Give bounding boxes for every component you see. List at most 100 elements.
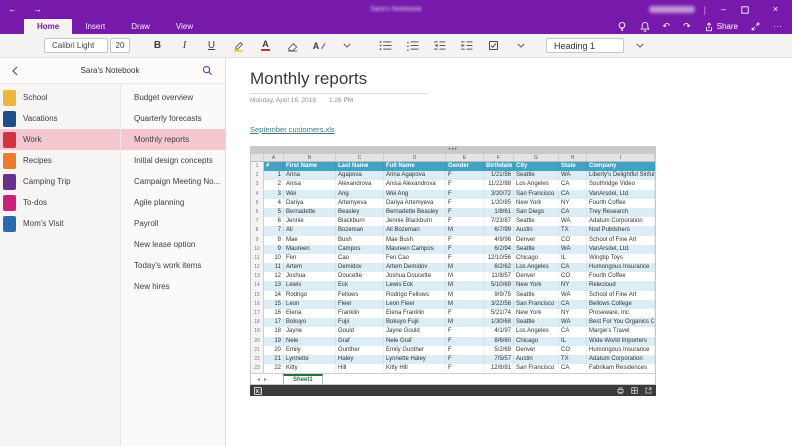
- sidebar-page-today-s-work-items[interactable]: Today's work items: [121, 255, 225, 276]
- cell: Bokuyo Fujii: [384, 318, 446, 328]
- sidebar-section-recipes[interactable]: Recipes: [0, 150, 120, 171]
- section-color-tab: [3, 152, 16, 169]
- minimize-button[interactable]: –: [715, 0, 732, 19]
- sidebar-page-new-hires[interactable]: New hires: [121, 276, 225, 297]
- section-color-tab: [3, 131, 16, 148]
- bold-button[interactable]: B: [146, 36, 169, 56]
- grid-view-icon[interactable]: [631, 387, 638, 395]
- sheet-nav-prev-icon[interactable]: ◂: [257, 376, 260, 383]
- sidebar-page-agile-planning[interactable]: Agile planning: [121, 192, 225, 213]
- header-cell: Gender: [446, 162, 484, 172]
- sidebar-page-initial-design-concepts[interactable]: Initial design concepts: [121, 150, 225, 171]
- cell: WA: [559, 244, 587, 254]
- attachment-link[interactable]: September customers.xls: [250, 125, 335, 134]
- spreadsheet-row: 23 22 Kitty Hill Kitty Hill F 12/8/81 San Franc…: [251, 364, 655, 374]
- sheet-tab-sheet1[interactable]: Sheet1: [283, 374, 323, 385]
- row-number: 18: [251, 318, 264, 328]
- tab-home[interactable]: Home: [24, 19, 73, 34]
- cell: School of Fine Art: [587, 290, 655, 300]
- tags-chevron-down-icon[interactable]: [509, 36, 532, 56]
- ribbon-tab-row: Home Insert Draw View ↶ ↷ Share ···: [0, 19, 792, 34]
- sidebar-section-to-dos[interactable]: To-dos: [0, 192, 120, 213]
- sidebar-section-vacations[interactable]: Vacations: [0, 108, 120, 129]
- more-options-icon[interactable]: ···: [773, 22, 782, 31]
- font-color-icon[interactable]: A: [254, 36, 277, 56]
- excel-embed[interactable]: ••• ABCDEFGHI 1 # First Name Last Name Full …: [250, 146, 656, 397]
- search-icon[interactable]: [202, 65, 213, 76]
- font-name-select[interactable]: Calibri Light: [44, 38, 108, 53]
- section-color-tab: [3, 110, 16, 127]
- print-icon[interactable]: [617, 387, 624, 395]
- cell: Los Angeles: [514, 327, 559, 337]
- redo-icon[interactable]: ↷: [683, 22, 691, 31]
- highlighter-icon[interactable]: [227, 36, 250, 56]
- notifications-bell-icon[interactable]: [639, 21, 650, 32]
- forward-arrow-icon[interactable]: →: [33, 0, 42, 19]
- undo-icon[interactable]: ↶: [663, 22, 671, 31]
- sidebar-page-payroll[interactable]: Payroll: [121, 213, 225, 234]
- increase-indent-icon[interactable]: [455, 36, 478, 56]
- sidebar-page-new-lease-option[interactable]: New lease option: [121, 234, 225, 255]
- lightbulb-icon[interactable]: [617, 21, 627, 32]
- sidebar-section-work[interactable]: Work: [0, 129, 120, 150]
- cell: IL: [559, 336, 587, 346]
- italic-button[interactable]: I: [173, 36, 196, 56]
- cell: 11: [264, 263, 284, 273]
- spreadsheet-row: 6 5 Bernadette Beasley Bernadette Beasley F 1/…: [251, 207, 655, 218]
- sheet-nav-next-icon[interactable]: ▸: [264, 376, 267, 383]
- numbered-list-icon[interactable]: [401, 36, 424, 56]
- section-color-tab: [3, 194, 16, 211]
- cell: Fabrikam Residences: [587, 364, 655, 374]
- eraser-icon[interactable]: [281, 36, 304, 56]
- tab-insert[interactable]: Insert: [72, 19, 118, 34]
- cell: Nele Graf: [384, 336, 446, 346]
- cell: 11/22/88: [484, 180, 514, 190]
- fullscreen-icon[interactable]: [751, 22, 760, 31]
- sidebar-page-quarterly-forecasts[interactable]: Quarterly forecasts: [121, 108, 225, 129]
- share-button[interactable]: Share: [704, 21, 738, 32]
- page-date: Monday, April 16, 2018: [250, 97, 317, 104]
- embed-drag-handle[interactable]: •••: [250, 146, 656, 154]
- row-number: 20: [251, 336, 264, 346]
- cell: CA: [559, 207, 587, 218]
- column-letter-b: B: [284, 154, 336, 161]
- page-meta: Monday, April 16, 2018 1:26 PM: [250, 97, 792, 104]
- spreadsheet-preview[interactable]: ABCDEFGHI 1 # First Name Last Name Full Name…: [250, 154, 656, 386]
- share-icon: [704, 21, 714, 32]
- cell: F: [446, 189, 484, 199]
- close-button[interactable]: ×: [767, 0, 784, 19]
- sidebar-section-school[interactable]: School: [0, 87, 120, 108]
- tab-draw[interactable]: Draw: [118, 19, 163, 34]
- cell: 7: [264, 226, 284, 236]
- bullet-list-icon[interactable]: [374, 36, 397, 56]
- sidebar-page-budget-overview[interactable]: Budget overview: [121, 87, 225, 108]
- cell: 12: [264, 272, 284, 282]
- cell: Proseware, Inc.: [587, 309, 655, 319]
- decrease-indent-icon[interactable]: [428, 36, 451, 56]
- cell: 13: [264, 281, 284, 291]
- style-select[interactable]: Heading 1: [546, 38, 624, 53]
- underline-button[interactable]: U: [200, 36, 223, 56]
- cell: Wei Ang: [384, 189, 446, 199]
- maximize-button[interactable]: [741, 5, 758, 14]
- styles-chevron-down-icon[interactable]: [636, 43, 644, 48]
- sidebar-page-campaign-meeting-no[interactable]: Campaign Meeting No...: [121, 171, 225, 192]
- sidebar-page-monthly-reports[interactable]: Monthly reports: [121, 129, 225, 150]
- cell: Lynnette Haley: [384, 354, 446, 365]
- popout-icon[interactable]: [645, 387, 652, 394]
- section-color-tab: [3, 215, 16, 232]
- sidebar-section-mom-s-visit[interactable]: Mom's Visit: [0, 213, 120, 234]
- page-title[interactable]: Monthly reports: [250, 69, 792, 89]
- text-styles-icon[interactable]: A: [308, 36, 331, 56]
- sidebar-section-camping-trip[interactable]: Camping Trip: [0, 171, 120, 192]
- back-arrow-icon[interactable]: ←: [8, 0, 17, 19]
- cell: 6/7/99: [484, 226, 514, 236]
- cell: 5/21/74: [484, 309, 514, 319]
- style-select-value: Heading 1: [554, 40, 596, 51]
- todo-tag-checkbox-icon[interactable]: [482, 36, 505, 56]
- notebook-title[interactable]: Sara's Notebook: [18, 66, 202, 75]
- chevron-down-icon[interactable]: [335, 36, 358, 56]
- tab-view[interactable]: View: [163, 19, 206, 34]
- column-letters-row: ABCDEFGHI: [251, 154, 655, 162]
- font-size-select[interactable]: 20: [110, 38, 130, 53]
